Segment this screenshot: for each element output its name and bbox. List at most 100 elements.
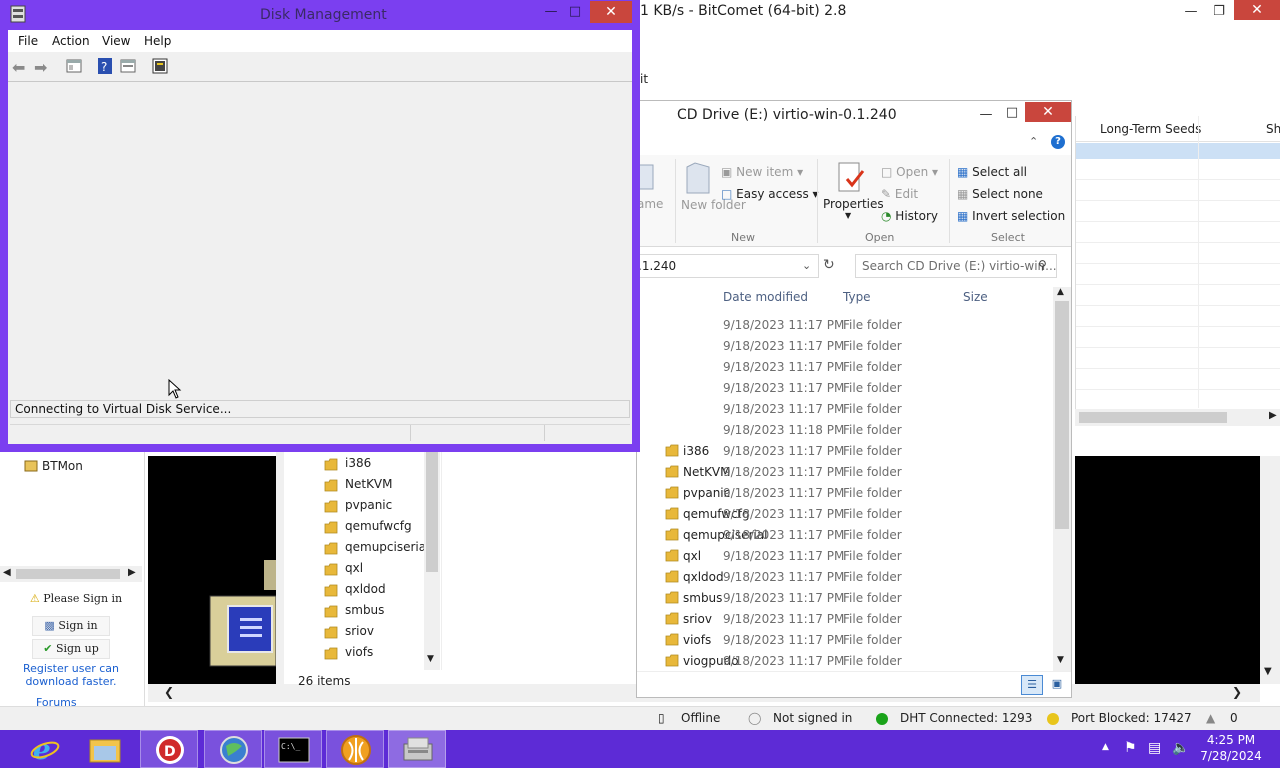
taskbar-command-prompt[interactable]: C:\_ <box>264 730 322 768</box>
properties-icon[interactable] <box>837 161 865 195</box>
nav-item[interactable]: qemufwcfg <box>345 519 412 533</box>
nav-item[interactable]: viofs <box>345 645 373 659</box>
taskbar-bitcomet[interactable] <box>326 730 384 768</box>
volume-muted-icon[interactable]: 🔈 <box>1172 740 1189 756</box>
scrollbar-thumb[interactable] <box>426 452 438 572</box>
nav-item[interactable]: sriov <box>345 624 374 638</box>
scroll-down-icon[interactable]: ▼ <box>1264 666 1272 677</box>
table-row[interactable]: 9/18/2023 11:17 PM File folder <box>637 378 1053 399</box>
console-tree-icon[interactable] <box>66 58 82 74</box>
taskbar-app-red[interactable]: D <box>140 730 198 768</box>
scrollbar-thumb[interactable] <box>1055 301 1069 529</box>
taskbar-file-explorer[interactable] <box>76 730 134 768</box>
chevron-down-icon[interactable]: ⌄ <box>802 259 811 272</box>
forward-arrow-icon[interactable]: ➡ <box>34 58 47 77</box>
tray-overflow-icon[interactable]: ▲ <box>1102 742 1109 752</box>
navigation-pane[interactable]: i386 NetKVM pvpanic qemufwcfg qemupciserial q… <box>284 452 442 670</box>
nav-item[interactable]: qxldod <box>345 582 386 596</box>
nav-item[interactable]: qxl <box>345 561 363 575</box>
menu-action[interactable]: Action <box>52 34 90 48</box>
table-row[interactable]: qemufwcfg 9/18/2023 11:17 PM File folder <box>637 504 1053 525</box>
column-sh[interactable]: Sh <box>1266 122 1280 136</box>
nav-item[interactable]: smbus <box>345 603 384 617</box>
table-row[interactable]: qxldod 9/18/2023 11:17 PM File folder <box>637 567 1053 588</box>
table-row[interactable]: 9/18/2023 11:17 PM File folder <box>637 315 1053 336</box>
history-button[interactable]: ◔ History <box>881 209 938 223</box>
column-size[interactable]: Size <box>963 290 988 304</box>
new-item-button[interactable]: ▣ New item ▾ <box>721 165 803 179</box>
large-icons-view-icon[interactable]: ▣ <box>1047 675 1067 695</box>
scrollbar-thumb[interactable] <box>1079 412 1227 423</box>
properties-button[interactable]: Properties <box>823 197 884 211</box>
close-button[interactable]: ✕ <box>1025 102 1071 122</box>
menu-file[interactable]: File <box>18 34 38 48</box>
new-folder-button[interactable]: New folder <box>681 199 746 212</box>
menu-help[interactable]: Help <box>144 34 171 48</box>
search-icon[interactable]: ⚲ <box>1038 258 1047 272</box>
edit-button[interactable]: ✎ Edit <box>881 187 918 201</box>
select-none-button[interactable]: ▦ Select none <box>957 187 1043 201</box>
search-input[interactable]: Search CD Drive (E:) virtio-win... ⚲ <box>855 254 1057 278</box>
nav-item[interactable]: NetKVM <box>345 477 393 491</box>
table-row[interactable]: qemupciserial 9/18/2023 11:17 PM File fold… <box>637 525 1053 546</box>
task-list-hscrollbar[interactable]: ▶ <box>1075 409 1280 426</box>
column-long-term-seeds[interactable]: Long-Term Seeds <box>1100 122 1201 136</box>
table-row[interactable]: 9/18/2023 11:18 PM File folder <box>637 420 1053 441</box>
taskbar-app-globe[interactable] <box>204 730 262 768</box>
nav-item[interactable]: qemupciserial <box>345 540 429 554</box>
address-bar[interactable]: .1.240 ⌄ <box>637 254 819 278</box>
table-row[interactable] <box>1076 180 1280 201</box>
nav-item[interactable]: i386 <box>345 456 371 470</box>
scroll-down-icon[interactable]: ▼ <box>1057 655 1064 665</box>
table-row[interactable]: 9/18/2023 11:17 PM File folder <box>637 399 1053 420</box>
show-hide-pane-icon[interactable] <box>120 58 136 74</box>
minimize-button[interactable]: — <box>1176 2 1206 22</box>
properties-icon[interactable] <box>152 58 168 74</box>
open-button[interactable]: □ Open ▾ <box>881 165 938 179</box>
task-list[interactable]: Long-Term Seeds Sh <box>1075 116 1280 426</box>
close-button[interactable]: ✕ <box>1234 0 1280 20</box>
scroll-left-icon[interactable]: ❮ <box>164 685 174 699</box>
scroll-left-icon[interactable]: ◀ <box>3 567 11 578</box>
maximize-button[interactable]: □ <box>560 2 590 22</box>
table-row[interactable] <box>1076 348 1280 369</box>
taskbar-internet-explorer[interactable]: e <box>16 730 74 768</box>
right-vscrollbar[interactable]: ▼ <box>1260 456 1280 684</box>
select-all-button[interactable]: ▦ Select all <box>957 165 1027 179</box>
table-row[interactable] <box>1076 327 1280 348</box>
btmon-item[interactable]: BTMon <box>42 459 83 473</box>
new-folder-icon[interactable] <box>685 161 711 195</box>
chevron-down-icon[interactable]: ▼ <box>845 211 851 220</box>
help-icon[interactable]: ? <box>1051 135 1065 149</box>
network-icon[interactable]: ▤ <box>1148 740 1161 756</box>
table-row[interactable] <box>1076 369 1280 390</box>
details-view-icon[interactable]: ☰ <box>1021 675 1043 695</box>
invert-selection-button[interactable]: ▦ Invert selection <box>957 209 1065 223</box>
easy-access-button[interactable]: □ Easy access ▾ <box>721 187 819 201</box>
table-row[interactable] <box>1076 285 1280 306</box>
nav-item[interactable]: pvpanic <box>345 498 392 512</box>
column-date-modified[interactable]: Date modified <box>723 290 808 304</box>
column-type[interactable]: Type <box>843 290 871 304</box>
scroll-right-icon[interactable]: ▶ <box>128 567 136 578</box>
table-row[interactable] <box>1076 222 1280 243</box>
help-icon[interactable]: ? <box>98 58 112 74</box>
left-panel-hscrollbar[interactable]: ◀ ▶ <box>0 566 142 582</box>
table-row[interactable] <box>1076 201 1280 222</box>
restore-button[interactable]: ❐ <box>1204 2 1234 22</box>
taskbar-disk-management[interactable] <box>388 730 446 768</box>
sign-up-button[interactable]: ✔ Sign up <box>32 639 110 659</box>
maximize-button[interactable]: □ <box>997 103 1027 123</box>
table-row[interactable]: smbus 9/18/2023 11:17 PM File folder <box>637 588 1053 609</box>
table-row[interactable] <box>1076 306 1280 327</box>
menu-view[interactable]: View <box>102 34 130 48</box>
disk-management-pane[interactable] <box>8 84 632 394</box>
scroll-right-icon[interactable]: ❯ <box>1232 685 1242 699</box>
table-row[interactable] <box>1076 243 1280 264</box>
table-row[interactable] <box>1076 264 1280 285</box>
table-row[interactable]: qxl 9/18/2023 11:17 PM File folder <box>637 546 1053 567</box>
table-row[interactable]: sriov 9/18/2023 11:17 PM File folder <box>637 609 1053 630</box>
close-button[interactable]: ✕ <box>590 1 632 23</box>
selected-row[interactable] <box>1076 143 1280 159</box>
refresh-icon[interactable]: ↻ <box>823 257 835 273</box>
